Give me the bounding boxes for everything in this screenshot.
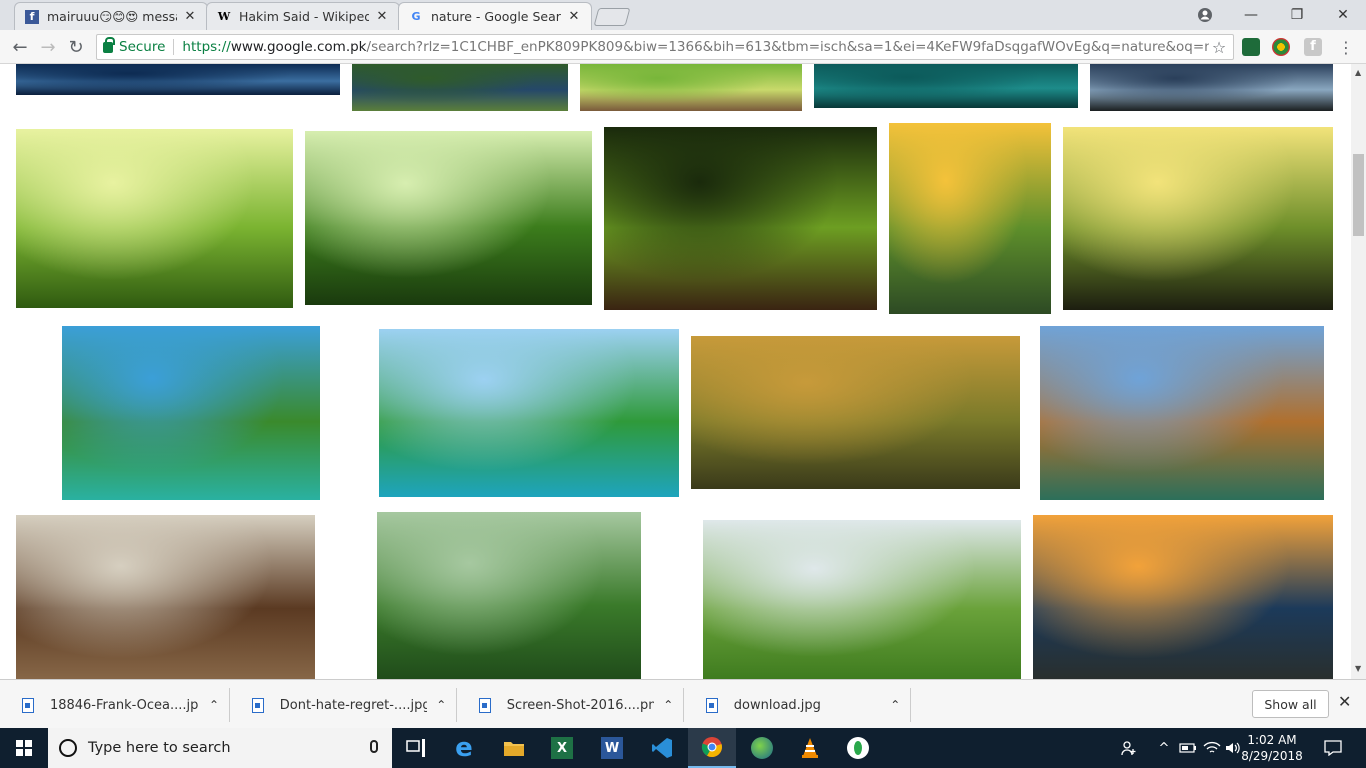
image-result[interactable] <box>814 64 1078 108</box>
scroll-up-icon[interactable]: ▲ <box>1355 68 1361 77</box>
image-result[interactable] <box>16 64 340 95</box>
download-item[interactable]: Dont-hate-regret-....jpg ⌃ <box>230 688 457 722</box>
image-file-icon <box>706 697 718 713</box>
excel-icon[interactable]: X <box>538 728 586 768</box>
battery-icon[interactable] <box>1178 728 1198 768</box>
lock-icon <box>103 36 115 53</box>
browser-toolbar: ← → ↻ Secure https://www.google.com.pk/s… <box>0 30 1366 64</box>
page-scrollbar[interactable]: ▲ ▼ <box>1351 64 1366 679</box>
cortana-icon <box>59 739 77 757</box>
facebook-icon: f <box>25 9 39 24</box>
download-item[interactable]: Screen-Shot-2016....png ⌃ <box>457 688 684 722</box>
wikipedia-icon: W <box>217 10 231 23</box>
address-bar[interactable]: Secure https://www.google.com.pk/search?… <box>96 34 1234 60</box>
url-text[interactable]: https://www.google.com.pk/search?rlz=1C1… <box>182 39 1209 55</box>
tab-title: nature - Google Search <box>431 9 561 24</box>
maximize-button[interactable]: ❐ <box>1274 0 1320 30</box>
bookmark-star-icon[interactable]: ☆ <box>1209 38 1229 57</box>
image-result[interactable] <box>691 336 1020 489</box>
image-file-icon <box>22 697 34 713</box>
task-view-icon[interactable] <box>392 728 440 768</box>
image-result[interactable] <box>1090 64 1333 111</box>
chevron-up-icon[interactable]: ⌃ <box>881 698 910 712</box>
image-result[interactable] <box>1033 515 1333 679</box>
close-icon[interactable]: ✕ <box>567 9 581 24</box>
scrollbar-thumb[interactable] <box>1353 154 1364 236</box>
image-result[interactable] <box>580 64 802 111</box>
tab-wikipedia[interactable]: W Hakim Said - Wikipedia ✕ <box>206 2 400 30</box>
secure-label: Secure <box>119 39 166 55</box>
clock-time: 1:02 AM <box>1247 733 1297 747</box>
image-result[interactable] <box>16 515 315 679</box>
close-icon[interactable]: ✕ <box>183 9 197 24</box>
notifications-icon[interactable] <box>1318 728 1348 768</box>
edge-browser-icon[interactable]: e <box>440 728 488 768</box>
globe-app-icon[interactable] <box>738 728 786 768</box>
chevron-up-icon[interactable]: ^ <box>1154 728 1174 768</box>
new-tab-button[interactable] <box>593 8 631 26</box>
image-file-icon <box>252 697 264 713</box>
tab-strip: f mairuuu😏😊😍 messag ✕ W Hakim Said - Wik… <box>0 0 1366 30</box>
scroll-down-icon[interactable]: ▼ <box>1355 664 1361 673</box>
clock-date: 8/29/2018 <box>1241 749 1303 763</box>
image-result[interactable] <box>352 64 568 111</box>
start-button[interactable] <box>0 728 48 768</box>
image-result[interactable] <box>889 123 1051 314</box>
image-result[interactable] <box>1063 127 1333 310</box>
image-result[interactable] <box>62 326 320 500</box>
download-item[interactable]: 18846-Frank-Ocea....jpg ⌃ <box>0 688 230 722</box>
tab-title: Hakim Said - Wikipedia <box>239 9 369 24</box>
back-button[interactable]: ← <box>8 35 32 59</box>
windows-taskbar: Type here to search e X W ^ 1:02 AM 8/29… <box>0 728 1366 768</box>
download-item[interactable]: download.jpg ⌃ <box>684 688 911 722</box>
close-window-button[interactable]: ✕ <box>1320 0 1366 30</box>
taskbar-search-box[interactable]: Type here to search <box>48 728 392 768</box>
menu-icon[interactable]: ⋮ <box>1334 35 1358 59</box>
chevron-up-icon[interactable]: ⌃ <box>199 698 229 712</box>
chrome-icon[interactable] <box>688 728 736 768</box>
word-icon[interactable]: W <box>588 728 636 768</box>
file-explorer-icon[interactable] <box>490 728 538 768</box>
show-all-button[interactable]: Show all <box>1252 690 1329 718</box>
image-result[interactable] <box>379 329 679 497</box>
close-icon[interactable]: ✕ <box>375 9 389 24</box>
minimize-button[interactable]: — <box>1228 0 1274 30</box>
divider <box>173 39 175 55</box>
extension-icon[interactable] <box>1272 38 1290 56</box>
google-icon: G <box>411 10 421 23</box>
search-placeholder: Type here to search <box>88 740 231 756</box>
wifi-icon[interactable] <box>1202 728 1222 768</box>
microphone-icon[interactable] <box>370 740 378 753</box>
reload-button[interactable]: ↻ <box>64 35 88 59</box>
windows-logo-icon <box>16 740 32 756</box>
people-icon[interactable] <box>1118 728 1140 768</box>
download-extension-icon[interactable] <box>1242 38 1260 56</box>
download-filename: Dont-hate-regret-....jpg <box>279 697 427 713</box>
tab-google-search[interactable]: G nature - Google Search ✕ <box>398 2 592 30</box>
image-result[interactable] <box>16 129 293 308</box>
visual-studio-code-icon[interactable] <box>638 728 686 768</box>
forward-button[interactable]: → <box>36 35 60 59</box>
image-results <box>0 64 1351 679</box>
vlc-icon[interactable] <box>786 728 834 768</box>
download-filename: download.jpg <box>733 697 821 713</box>
download-filename: 18846-Frank-Ocea....jpg <box>49 697 200 713</box>
close-downloads-icon[interactable]: ✕ <box>1338 692 1351 711</box>
downloads-bar: 18846-Frank-Ocea....jpg ⌃ Dont-hate-regr… <box>0 679 1366 728</box>
tab-facebook-messages[interactable]: f mairuuu😏😊😍 messag ✕ <box>14 2 208 30</box>
image-result[interactable] <box>604 127 877 310</box>
green-app-icon[interactable] <box>834 728 882 768</box>
download-filename: Screen-Shot-2016....png <box>506 697 654 713</box>
tab-title: mairuuu😏😊😍 messag <box>47 9 177 24</box>
chevron-up-icon[interactable]: ⌃ <box>427 698 456 712</box>
image-result[interactable] <box>305 131 592 305</box>
image-result[interactable] <box>703 520 1021 679</box>
image-file-icon <box>479 697 491 713</box>
system-clock[interactable]: 1:02 AM 8/29/2018 <box>1240 732 1304 764</box>
image-result[interactable] <box>1040 326 1324 500</box>
profile-icon[interactable] <box>1182 0 1228 30</box>
chevron-up-icon[interactable]: ⌃ <box>654 698 683 712</box>
image-result[interactable] <box>377 512 641 679</box>
facebook-extension-icon[interactable]: f <box>1304 38 1322 56</box>
